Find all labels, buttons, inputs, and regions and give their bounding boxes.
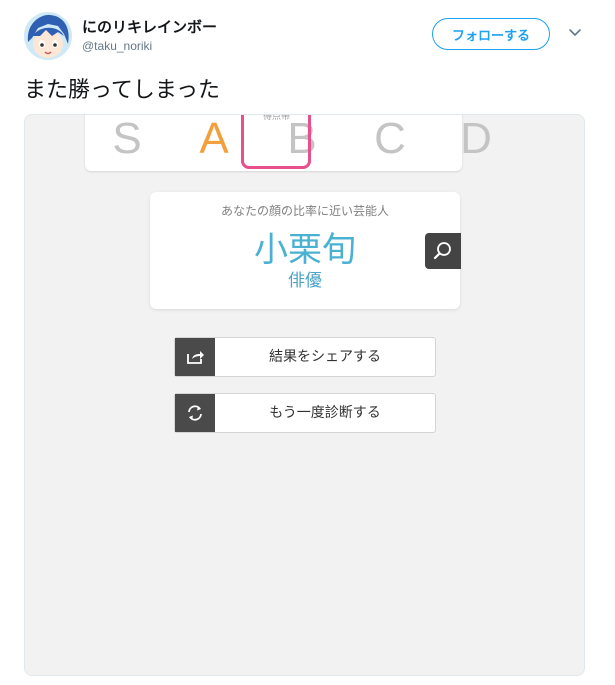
grade-d: D: [460, 114, 492, 163]
user-handle[interactable]: @taku_noriki: [82, 39, 152, 53]
grade-s: S: [112, 114, 142, 163]
share-result-label: 結果をシェアする: [269, 349, 381, 365]
tweet-text: また勝ってしまった: [24, 78, 221, 103]
share-icon: [175, 338, 215, 376]
grade-selection-box: [241, 115, 311, 169]
retry-diagnosis-button: もう一度診断する: [174, 393, 436, 433]
grade-c: C: [374, 114, 406, 163]
display-name[interactable]: にのリキレインボー: [82, 16, 217, 37]
result-name: 小栗旬: [254, 230, 356, 270]
grade-a: A: [199, 114, 229, 163]
refresh-icon: [175, 394, 215, 432]
tweet-media-image[interactable]: 得点帯 S A B C D あなたの顔の比率に近い芸能人 小栗旬 俳優 結果をシ…: [24, 114, 585, 676]
chevron-down-icon[interactable]: [566, 24, 584, 42]
result-heading: あなたの顔の比率に近い芸能人: [220, 204, 389, 218]
result-card: あなたの顔の比率に近い芸能人 小栗旬 俳優: [150, 192, 460, 309]
grade-scale: 得点帯 S A B C D: [85, 114, 492, 171]
share-result-button: 結果をシェアする: [174, 337, 436, 377]
result-role: 俳優: [288, 271, 322, 291]
retry-diagnosis-label: もう一度診断する: [269, 405, 381, 421]
avatar[interactable]: [24, 12, 72, 60]
magnifier-icon: [425, 233, 461, 269]
tweet-header: にのリキレインボー @taku_noriki フォローする: [0, 0, 615, 72]
follow-button[interactable]: フォローする: [432, 18, 550, 50]
